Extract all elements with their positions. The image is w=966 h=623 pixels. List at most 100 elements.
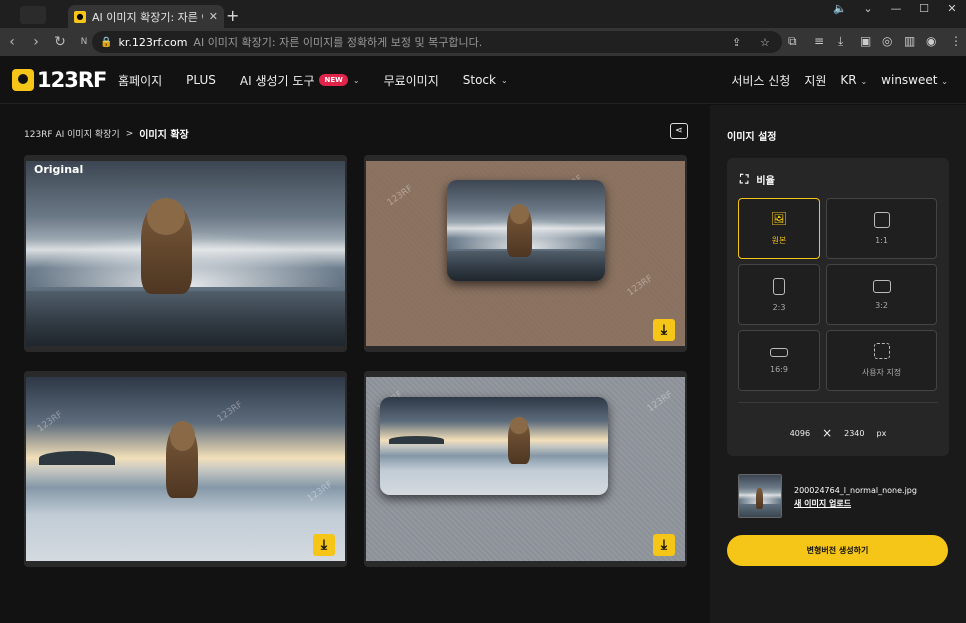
download-icon: ⤓	[660, 322, 668, 338]
times-icon: ×	[822, 426, 833, 440]
profile-avatar[interactable]: ◉	[926, 34, 936, 48]
tab-search-icon[interactable]: ⌄	[854, 0, 882, 20]
ratio-option-label: 16:9	[770, 364, 788, 374]
ratio-option-3-2[interactable]: 3:2	[826, 264, 937, 325]
download-icon: ⤓	[320, 537, 328, 553]
username: winsweet	[881, 73, 938, 87]
share-button[interactable]: ⋖	[670, 123, 688, 139]
chevron-down-icon: ⌄	[941, 77, 948, 86]
download-button[interactable]: ⤓	[653, 534, 675, 556]
downloads-icon[interactable]: ⤓	[838, 34, 843, 49]
result-image-1: 123RF 123RF 123RF	[366, 161, 685, 346]
close-tab-icon[interactable]: ✕	[209, 10, 218, 23]
reload-icon[interactable]: ↻	[48, 34, 72, 50]
ratio-option-label: 2:3	[772, 302, 786, 312]
result-card-1[interactable]: 123RF 123RF 123RF ⤓	[364, 155, 687, 352]
tab-strip-thumbnail[interactable]	[20, 6, 46, 24]
uploaded-filename: 200024764_l_normal_none.jpg	[794, 486, 917, 495]
browser-tab-bar: ● AI 이미지 확장기: 자른 이미 ✕ + 🔈 ⌄ — ☐ ✕	[0, 0, 966, 28]
ratio-option-16-9[interactable]: 16:9	[738, 330, 820, 391]
nav-free-images[interactable]: 무료이미지	[384, 72, 439, 89]
audio-icon[interactable]: 🔈	[826, 0, 854, 20]
share-page-icon[interactable]: ⇪	[732, 36, 741, 49]
breadcrumb: 123RF AI 이미지 확장기 > 이미지 확장	[24, 126, 189, 142]
browser-tab-active[interactable]: ● AI 이미지 확장기: 자른 이미 ✕	[68, 5, 224, 28]
settings-panel: 이미지 설정 ⛶ 비율 🖼 원본 1:1 2:3 3:2 16:9 사용자 지정…	[710, 105, 966, 623]
header-right-nav: 서비스 신청 지원 KR ⌄ winsweet ⌄	[731, 56, 948, 104]
new-badge: NEW	[319, 74, 348, 86]
share-icon: ⋖	[675, 126, 683, 136]
chevron-down-icon: ⌄	[500, 75, 508, 85]
media-icon[interactable]: ◎	[882, 34, 892, 48]
language-select[interactable]: KR ⌄	[840, 73, 867, 87]
address-toolbar: ‹ › ↻ N 🔒 kr.123rf.com AI 이미지 확장기: 자른 이미…	[0, 28, 966, 56]
extensions-icon[interactable]: ⧉	[788, 34, 797, 49]
logo-mark-icon	[12, 69, 34, 91]
height-value: 2340	[844, 428, 865, 438]
nav-stock[interactable]: Stock ⌄	[463, 73, 508, 87]
ratio-option-custom[interactable]: 사용자 지정	[826, 330, 937, 391]
logo-text: 123RF	[37, 68, 107, 92]
result-image-2: 123RF 123RF 123RF	[26, 377, 345, 561]
service-apply-link[interactable]: 서비스 신청	[731, 72, 790, 89]
user-menu[interactable]: winsweet ⌄	[881, 73, 948, 87]
lock-icon[interactable]: 🔒	[100, 37, 112, 48]
landscape-rect-icon	[872, 279, 891, 293]
divider	[738, 402, 938, 403]
ratio-option-label: 원본	[771, 235, 787, 245]
ratio-section: ⛶ 비율 🖼 원본 1:1 2:3 3:2 16:9 사용자 지정 4096 ×…	[727, 158, 949, 456]
screenshot-icon[interactable]: ▣	[860, 34, 871, 48]
url-bar[interactable]: 🔒 kr.123rf.com AI 이미지 확장기: 자른 이미지를 정확하게 …	[92, 31, 782, 53]
reading-list-icon[interactable]: ≡	[814, 34, 824, 48]
custom-crop-icon	[873, 343, 890, 359]
uploaded-thumbnail[interactable]	[738, 474, 782, 518]
minimize-button[interactable]: —	[882, 0, 910, 20]
result-card-3[interactable]: 123RF 123RF ⤓	[364, 371, 687, 567]
url-host: kr.123rf.com	[118, 35, 188, 49]
nav-home[interactable]: 홈페이지	[118, 72, 162, 89]
cat-beach-expanded-photo	[380, 397, 608, 495]
result-card-2[interactable]: 123RF 123RF 123RF ⤓	[24, 371, 347, 567]
new-upload-link[interactable]: 새 이미지 업로드	[794, 498, 851, 509]
cat-beach-expanded-photo	[26, 377, 345, 561]
breadcrumb-current: 이미지 확장	[139, 130, 189, 141]
ratio-option-1-1[interactable]: 1:1	[826, 198, 937, 259]
download-button[interactable]: ⤓	[313, 534, 335, 556]
back-icon[interactable]: ‹	[0, 34, 24, 50]
new-tab-button[interactable]: +	[226, 6, 239, 25]
ratio-option-label: 사용자 지정	[861, 368, 902, 377]
nav-stock-label: Stock	[462, 73, 496, 87]
breadcrumb-parent[interactable]: 123RF AI 이미지 확장기	[24, 127, 120, 140]
nav-plus[interactable]: PLUS	[186, 73, 216, 87]
close-window-button[interactable]: ✕	[938, 0, 966, 20]
download-icon: ⤓	[660, 537, 668, 553]
ratio-option-original[interactable]: 🖼 원본	[738, 198, 820, 259]
bookmark-star-icon[interactable]: ☆	[760, 36, 770, 49]
width-value: 4096	[789, 428, 811, 438]
ratio-option-label: 1:1	[875, 236, 888, 245]
portrait-rect-icon	[773, 277, 785, 295]
dimension-readout: 4096 × 2340 px	[727, 426, 949, 440]
ratio-option-2-3[interactable]: 2:3	[738, 264, 820, 325]
wide-rect-icon	[770, 347, 788, 357]
tab-title: AI 이미지 확장기: 자른 이미	[92, 10, 203, 24]
sidebar-icon[interactable]: ▥	[904, 34, 915, 48]
site-logo[interactable]: 123RF	[12, 68, 107, 92]
support-link[interactable]: 지원	[804, 72, 826, 89]
chevron-down-icon: ⌄	[860, 77, 868, 86]
menu-dots-icon[interactable]: ⋮	[950, 34, 962, 48]
download-button[interactable]: ⤓	[653, 319, 675, 341]
nav-ai-tools[interactable]: AI 생성기 도구 NEW ⌄	[240, 72, 360, 89]
language-label: KR	[840, 73, 857, 87]
square-icon	[873, 212, 890, 228]
original-image-card[interactable]: Original	[24, 155, 347, 352]
forward-icon[interactable]: ›	[24, 34, 48, 50]
url-page-title: AI 이미지 확장기: 자른 이미지를 정확하게 보정 및 복구합니다.	[193, 36, 483, 49]
window-controls: 🔈 ⌄ — ☐ ✕	[826, 0, 966, 20]
ratio-title: 비율	[756, 176, 775, 187]
maximize-button[interactable]: ☐	[910, 0, 938, 20]
generate-variations-button[interactable]: 변형버전 생성하기	[727, 535, 948, 566]
result-image-3: 123RF 123RF	[366, 377, 685, 561]
site-favicon-icon: ●	[74, 10, 86, 23]
cat-beach-photo	[739, 475, 781, 517]
